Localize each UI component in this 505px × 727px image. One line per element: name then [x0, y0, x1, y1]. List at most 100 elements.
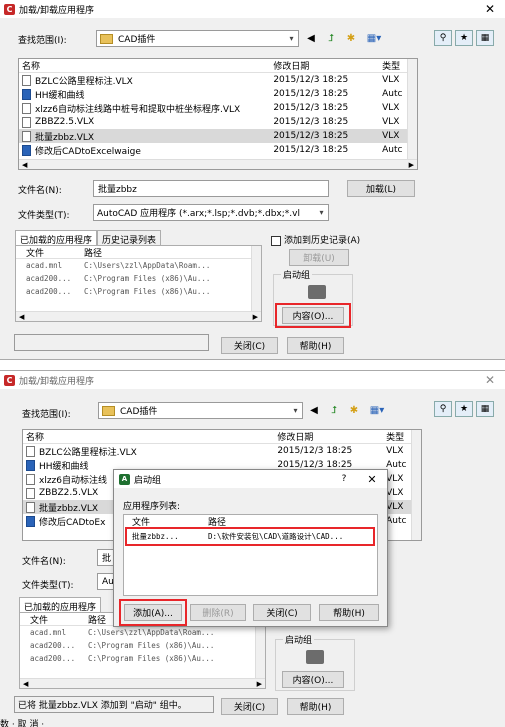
- filename-label: 文件名(N):: [22, 557, 66, 567]
- loaded-app-row[interactable]: acad200... C:\Program Files (x86)\Au...: [16, 285, 261, 298]
- column-date[interactable]: 修改日期: [273, 430, 382, 443]
- dialog-title-bar: A 启动组 ? ✕: [114, 470, 387, 488]
- autocad-small-logo-icon: A: [119, 473, 130, 485]
- magnifier-icon[interactable]: ⚲: [434, 401, 452, 417]
- loaded-app-file: acad200...: [26, 287, 72, 296]
- vertical-scrollbar[interactable]: [411, 430, 421, 540]
- loaded-app-path: C:\Program Files (x86)\Au...: [88, 654, 215, 663]
- loaded-app-file: acad200...: [26, 274, 72, 283]
- find-icon[interactable]: ★: [455, 401, 473, 417]
- file-name: HH缓和曲线: [35, 90, 85, 101]
- find-icon[interactable]: ★: [455, 30, 473, 46]
- loaded-app-path: C:\Program Files (x86)\Au...: [84, 287, 211, 296]
- loaded-app-file: acad200...: [30, 654, 76, 663]
- back-icon[interactable]: ◀: [306, 403, 322, 417]
- new-folder-icon[interactable]: ✱: [346, 403, 362, 417]
- briefcase-icon: [308, 285, 326, 299]
- startup-group-title: 启动组: [281, 268, 313, 281]
- close-button[interactable]: 关闭(C): [221, 337, 278, 354]
- highlight-box: [275, 303, 351, 328]
- file-list-item[interactable]: 修改后CADtoExcelwaige 2015/12/3 18:25 Autc: [19, 143, 417, 157]
- file-name: 批量zbbz.VLX: [35, 132, 95, 143]
- views-menu-icon[interactable]: ▦▾: [363, 31, 385, 45]
- new-folder-icon[interactable]: ✱: [343, 31, 359, 45]
- remove-button[interactable]: 删除(R): [190, 604, 246, 621]
- dialog-close-action-button[interactable]: 关闭(C): [253, 604, 311, 621]
- magnifier-icon[interactable]: ⚲: [434, 30, 452, 46]
- look-in-combo[interactable]: CAD插件 ▾: [98, 402, 303, 419]
- file-date: 2015/12/3 18:25: [273, 117, 349, 127]
- window-title: 加载/卸载应用程序: [19, 5, 95, 16]
- views-menu-icon[interactable]: ▦▾: [366, 403, 388, 417]
- loaded-app-row[interactable]: acad200... C:\Program Files (x86)\Au...: [16, 272, 261, 285]
- file-date: 2015/12/3 18:25: [273, 103, 349, 113]
- file-name: ZBBZ2.5.VLX: [39, 488, 99, 498]
- add-to-history-checkbox[interactable]: 添加到历史记录(A): [271, 233, 360, 246]
- dialog-help-button[interactable]: ?: [331, 474, 357, 484]
- unload-button[interactable]: 卸载(U): [289, 249, 349, 266]
- file-icon: [22, 116, 31, 128]
- help-button[interactable]: 帮助(H): [287, 337, 344, 354]
- up-folder-icon[interactable]: ⮥: [323, 31, 339, 45]
- file-list-rows: BZLC公路里程标注.VLX 2015/12/3 18:25 VLX HH缓和曲线 20…: [19, 73, 417, 157]
- filename-input[interactable]: 批量zbbz: [93, 180, 329, 197]
- options-icon[interactable]: ▦: [476, 30, 494, 46]
- column-file[interactable]: 文件: [20, 613, 84, 626]
- loaded-apps-header: 文件 路径: [16, 246, 261, 259]
- column-name[interactable]: 名称: [19, 59, 269, 72]
- file-name-cell: xlzz6自动标注线路中桩号和提取中桩坐标程序.VLX: [19, 102, 269, 115]
- vertical-scrollbar[interactable]: [407, 59, 417, 169]
- file-list-item[interactable]: xlzz6自动标注线路中桩号和提取中桩坐标程序.VLX 2015/12/3 18:…: [19, 101, 417, 115]
- look-in-label: 查找范围(I):: [22, 410, 71, 420]
- file-list-item[interactable]: ZBBZ2.5.VLX 2015/12/3 18:25 VLX: [19, 115, 417, 129]
- title-bar: C 加载/卸载应用程序 ✕: [0, 0, 505, 18]
- column-name[interactable]: 名称: [23, 430, 273, 443]
- contents-button[interactable]: 内容(O)...: [282, 671, 344, 688]
- load-button[interactable]: 加载(L): [347, 180, 415, 197]
- up-folder-icon[interactable]: ⮥: [326, 403, 342, 417]
- dialog-help-action-button[interactable]: 帮助(H): [319, 604, 379, 621]
- file-name: xlzz6自动标注线: [39, 475, 108, 486]
- loaded-app-row[interactable]: acad200... C:\Program Files (x86)\Au...: [20, 652, 265, 665]
- loaded-app-path: C:\Users\zzl\AppData\Roam...: [88, 628, 215, 637]
- close-button[interactable]: 关闭(C): [221, 698, 278, 715]
- file-date: 2015/12/3 18:25: [273, 145, 349, 155]
- file-list-item[interactable]: BZLC公路里程标注.VLX 2015/12/3 18:25 VLX: [23, 444, 421, 458]
- file-name-cell: BZLC公路里程标注.VLX: [19, 74, 269, 87]
- vertical-scrollbar[interactable]: [251, 246, 261, 321]
- file-name: 修改后CADtoEx: [39, 517, 106, 528]
- loaded-apps-rows: acad.mnl C:\Users\zzl\AppData\Roam... acad…: [16, 259, 261, 298]
- file-icon: [26, 501, 35, 513]
- file-list-item[interactable]: BZLC公路里程标注.VLX 2015/12/3 18:25 VLX: [19, 73, 417, 87]
- file-icon: [26, 473, 35, 485]
- loaded-app-row[interactable]: acad200... C:\Program Files (x86)\Au...: [20, 639, 265, 652]
- file-name-cell: HH缓和曲线: [19, 88, 269, 101]
- dialog-close-button[interactable]: ✕: [357, 473, 387, 486]
- loaded-app-file: acad.mnl: [26, 261, 63, 270]
- file-list[interactable]: 名称 修改日期 类型 BZLC公路里程标注.VLX 2015/12/3 18:25…: [18, 58, 418, 170]
- horizontal-scrollbar[interactable]: ◀ ▶: [20, 678, 265, 688]
- close-window-button[interactable]: ✕: [475, 371, 505, 389]
- column-path[interactable]: 路径: [80, 246, 261, 259]
- file-icon: [22, 130, 31, 142]
- close-window-button[interactable]: ✕: [475, 0, 505, 18]
- options-icon[interactable]: ▦: [476, 401, 494, 417]
- column-file[interactable]: 文件: [16, 246, 80, 259]
- file-name-cell: 修改后CADtoExcelwaige: [19, 144, 269, 157]
- file-name-cell: ZBBZ2.5.VLX: [19, 116, 269, 128]
- file-list-header: 名称 修改日期 类型: [19, 59, 417, 73]
- help-button[interactable]: 帮助(H): [287, 698, 344, 715]
- column-date[interactable]: 修改日期: [269, 59, 378, 72]
- file-list-item[interactable]: 批量zbbz.VLX 2015/12/3 18:25 VLX: [19, 129, 417, 143]
- add-to-history-label: 添加到历史记录(A): [284, 236, 361, 246]
- horizontal-scrollbar[interactable]: ◀ ▶: [16, 311, 261, 321]
- look-in-combo[interactable]: CAD插件 ▾: [96, 30, 299, 47]
- loaded-app-row[interactable]: acad.mnl C:\Users\zzl\AppData\Roam...: [20, 626, 265, 639]
- loaded-app-row[interactable]: acad.mnl C:\Users\zzl\AppData\Roam...: [16, 259, 261, 272]
- back-icon[interactable]: ◀: [303, 31, 319, 45]
- file-date: 2015/12/3 18:25: [273, 89, 349, 99]
- file-list-item[interactable]: HH缓和曲线 2015/12/3 18:25 Autc: [19, 87, 417, 101]
- dialog-title: 启动组: [134, 475, 162, 486]
- filetype-combo[interactable]: AutoCAD 应用程序 (*.arx;*.lsp;*.dvb;*.dbx;*.…: [93, 204, 329, 221]
- horizontal-scrollbar[interactable]: ◀ ▶: [19, 159, 417, 169]
